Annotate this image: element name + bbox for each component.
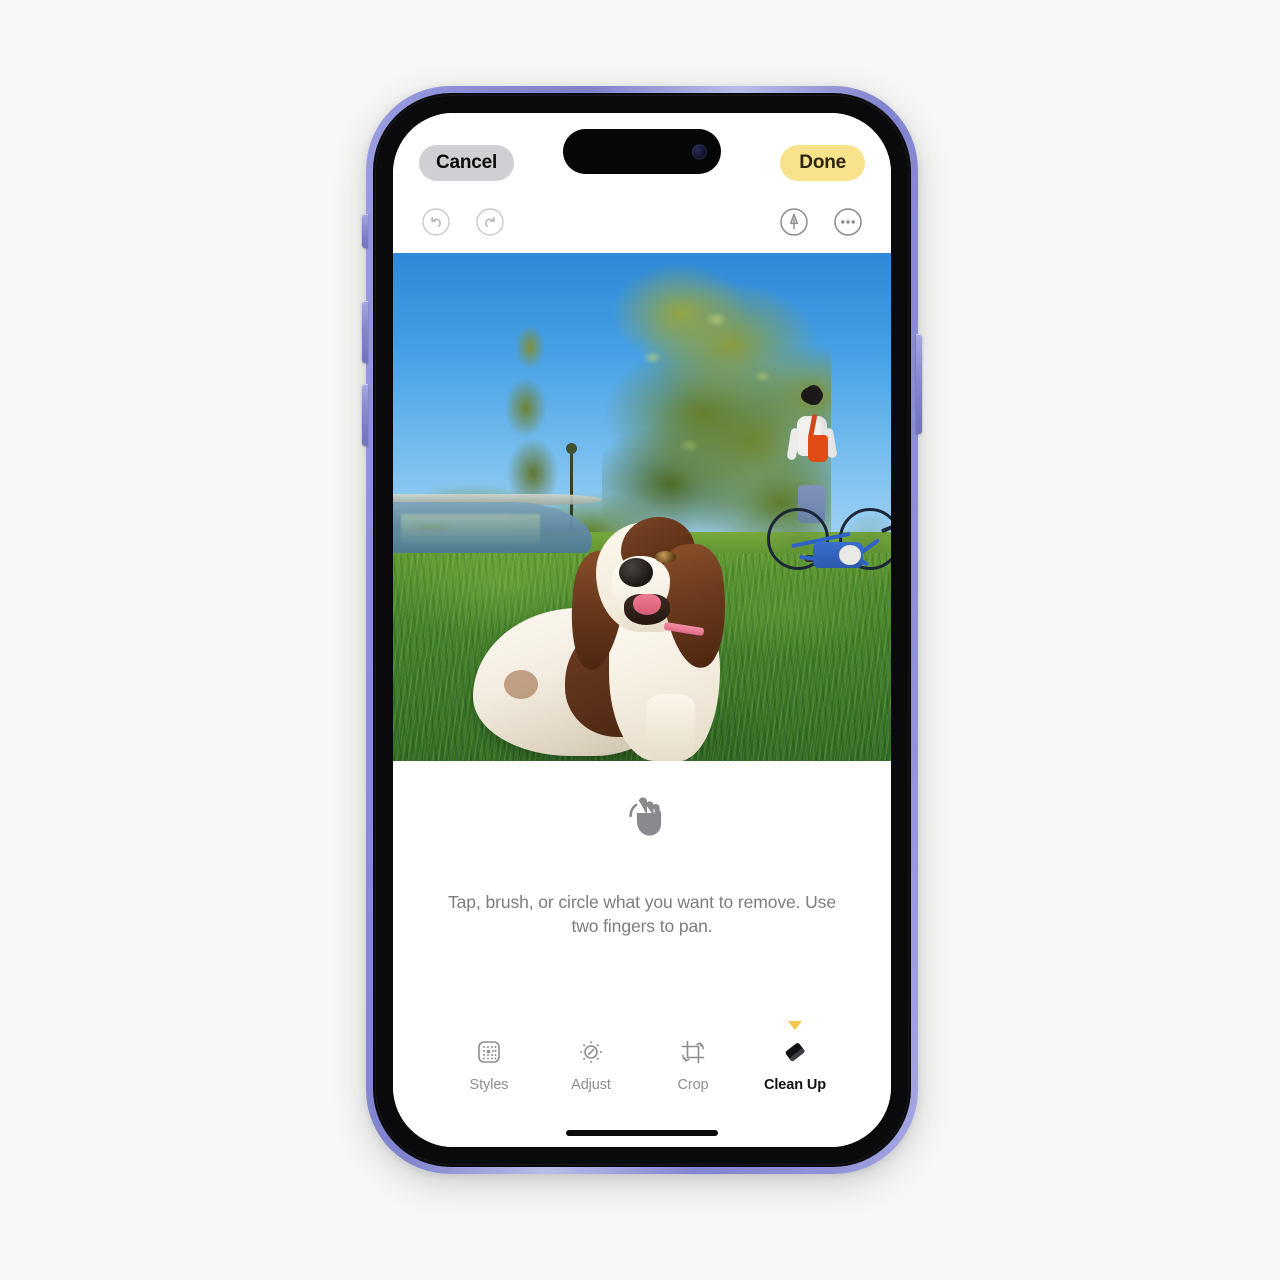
tool-tab-label: Clean Up (763, 1077, 827, 1093)
more-options-button[interactable] (831, 205, 865, 239)
styles-grid-icon (475, 1035, 503, 1069)
tool-tab-clean-up[interactable]: Clean Up (759, 1021, 831, 1093)
basset-hound-dog (472, 517, 782, 761)
tool-tab-styles[interactable]: Styles (453, 1035, 525, 1093)
instruction-text: Tap, brush, or circle what you want to r… (448, 892, 836, 937)
home-indicator[interactable] (566, 1130, 718, 1136)
editor-tool-tabs: Styles Adjust Crop Clean Up (393, 1021, 891, 1093)
action-button[interactable] (362, 214, 368, 248)
photo-editing-canvas[interactable] (393, 253, 891, 761)
phone-device: Cancel Done Tap, brush, or circle what y… (362, 86, 922, 1174)
redo-icon (476, 208, 504, 236)
tool-tab-crop[interactable]: Crop (657, 1035, 729, 1093)
ellipsis-circle-icon (834, 208, 862, 236)
undo-button[interactable] (419, 205, 453, 239)
redo-button[interactable] (473, 205, 507, 239)
markup-pen-icon (780, 208, 808, 236)
person-hair (800, 387, 823, 405)
bicycle (766, 478, 891, 571)
phone-screen: Cancel Done Tap, brush, or circle what y… (393, 113, 891, 1147)
photo-image (393, 253, 891, 761)
bicycle-pannier (812, 542, 863, 569)
tool-tab-label: Styles (469, 1077, 509, 1093)
tap-hand-icon (616, 791, 668, 846)
volume-up-button[interactable] (362, 301, 368, 363)
dog-nose (619, 558, 654, 587)
tool-tab-label: Crop (677, 1077, 709, 1093)
markup-button[interactable] (777, 205, 811, 239)
dog-spot (503, 670, 538, 699)
tool-tab-adjust[interactable]: Adjust (555, 1035, 627, 1093)
volume-down-button[interactable] (362, 384, 368, 446)
tool-tab-label: Adjust (571, 1077, 611, 1093)
crop-rotate-icon (679, 1035, 707, 1069)
device-bezel: Cancel Done Tap, brush, or circle what y… (373, 93, 911, 1167)
front-camera-icon (692, 144, 707, 159)
cancel-button[interactable]: Cancel (419, 145, 515, 181)
dynamic-island (563, 129, 721, 174)
active-tool-indicator-icon (788, 1021, 802, 1030)
editor-tool-bar (393, 191, 891, 253)
dog-eye (654, 550, 677, 563)
instruction-panel: Tap, brush, or circle what you want to r… (393, 761, 891, 1147)
eraser-icon (780, 1035, 810, 1069)
dog-front-leg (645, 694, 695, 761)
adjust-dial-icon (577, 1035, 605, 1069)
power-button[interactable] (916, 334, 922, 434)
orange-bag (807, 435, 828, 463)
undo-icon (422, 208, 450, 236)
done-button[interactable]: Done (780, 145, 865, 181)
screenshot-stage: Cancel Done Tap, brush, or circle what y… (0, 0, 1280, 1280)
